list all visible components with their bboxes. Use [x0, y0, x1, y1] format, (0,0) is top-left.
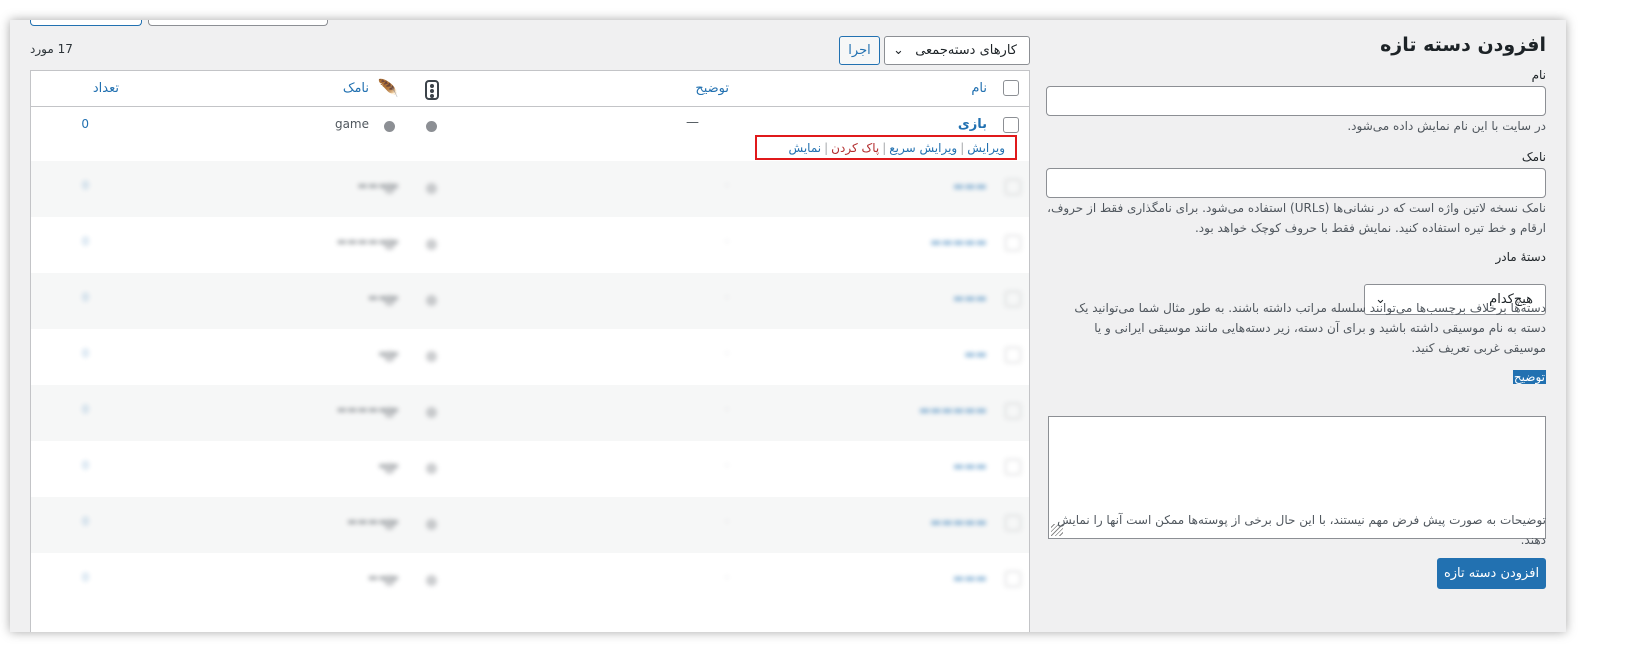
description-help-line-1: توضیحات به صورت پیش فرض مهم نیستند، با ا… [1057, 513, 1546, 527]
bulk-actions-value: کارهای دسته‌جمعی [915, 43, 1017, 58]
description-label: توضیح [1512, 370, 1546, 384]
table-header: نام توضیح 🪶 نامک تعداد [31, 71, 1029, 107]
edit-link[interactable]: ویرایش [967, 141, 1005, 155]
table-row: ▬▬▬▬▬▬ · ▬▬▬▬▬▬ 0 [31, 385, 1029, 441]
name-label: نام [1531, 68, 1546, 82]
name-help: در سایت با این نام نمایش داده می‌شود. [1347, 119, 1546, 133]
description-label-text: توضیح [1512, 370, 1546, 384]
form-title: افزودن دسته تازه [1380, 34, 1546, 56]
column-description[interactable]: توضیح [695, 81, 729, 96]
select-all-checkbox[interactable] [1003, 80, 1019, 96]
table-row: ▬▬▬ · ▬▬ 0 [31, 441, 1029, 497]
table-row: بازی — game 0 ویرایش|ویرایش سریع|پاک کرد… [31, 107, 1029, 161]
chevron-down-icon: ⌄ [893, 43, 904, 58]
add-category-button[interactable]: افزودن دسته تازه [1437, 558, 1546, 589]
feather-icon: 🪶 [377, 79, 399, 99]
table-row: ▬▬ · ▬▬ 0 [31, 329, 1029, 385]
status-dot [384, 121, 395, 132]
description-help-line-2: دهند. [1520, 533, 1546, 547]
category-slug: game [334, 117, 369, 131]
status-icon [425, 80, 439, 100]
parent-help-line-2: دسته به نام موسیقی داشته باشید و برای آن… [1094, 321, 1546, 335]
parent-help: دسته‌ها برخلاف برچسب‌ها می‌توانند سلسله … [1046, 298, 1546, 358]
parent-help-line-3: موسیقی غربی تعریف کنید. [1411, 341, 1546, 355]
parent-label: دستهٔ مادر [1495, 250, 1547, 264]
column-name[interactable]: نام [971, 81, 987, 96]
parent-help-line-1: دسته‌ها برخلاف برچسب‌ها می‌توانند سلسله … [1074, 301, 1546, 315]
admin-panel: افزودن دسته تازه نام در سایت با این نام … [10, 20, 1566, 632]
column-count[interactable]: تعداد [93, 81, 119, 96]
status-dot [426, 121, 437, 132]
clipped-button[interactable] [30, 20, 142, 26]
row-checkbox[interactable] [1003, 117, 1019, 133]
categories-table: نام توضیح 🪶 نامک تعداد بازی — game 0 ویر… [30, 70, 1030, 632]
delete-link[interactable]: پاک کردن [831, 141, 879, 155]
blurred-rows: ▬▬▬ · ▬▬▬▬ 0 ▬▬▬▬▬ · ▬▬▬▬▬▬ 0 ▬▬▬ · ▬▬▬ 0 ▬▬ · ▬▬ 0 … [31, 161, 1029, 632]
clipped-search-field[interactable] [148, 20, 328, 26]
apply-button[interactable]: اجرا [839, 36, 880, 65]
table-row: ▬▬▬▬▬ · ▬▬▬▬▬▬ 0 [31, 217, 1029, 273]
bulk-actions-select[interactable]: کارهای دسته‌جمعی ⌄ [884, 36, 1030, 65]
slug-field[interactable] [1046, 168, 1546, 198]
column-slug[interactable]: نامک [343, 81, 369, 96]
item-count: 17 مورد [30, 42, 73, 56]
table-row: ▬▬▬ · ▬▬▬ 0 [31, 273, 1029, 329]
add-category-form: افزودن دسته تازه نام در سایت با این نام … [1022, 20, 1546, 632]
category-description: — [686, 115, 699, 130]
table-row: ▬▬▬▬▬ · ▬▬▬▬▬ 0 [31, 497, 1029, 553]
description-help: توضیحات به صورت پیش فرض مهم نیستند، با ا… [1046, 510, 1546, 550]
row-actions: ویرایش|ویرایش سریع|پاک کردن|نمایش [755, 135, 1017, 160]
name-field[interactable] [1046, 86, 1546, 116]
slug-help: نامک نسخه لاتین واژه است که در نشانی‌ها … [1046, 198, 1546, 238]
category-name-link[interactable]: بازی [958, 117, 987, 132]
table-row: ▬▬▬ · ▬▬▬▬ 0 [31, 161, 1029, 217]
quick-edit-link[interactable]: ویرایش سریع [889, 141, 957, 155]
table-row: ▬▬▬ · ▬▬▬ 0 [31, 553, 1029, 609]
slug-help-line-1: نامک نسخه لاتین واژه است که در نشانی‌ها … [1047, 201, 1546, 215]
slug-label: نامک [1521, 150, 1546, 164]
category-count-link[interactable]: 0 [81, 117, 89, 131]
slug-help-line-2: ارقام و خط تیره استفاده کنید. نمایش فقط … [1194, 221, 1546, 235]
view-link[interactable]: نمایش [789, 141, 822, 155]
